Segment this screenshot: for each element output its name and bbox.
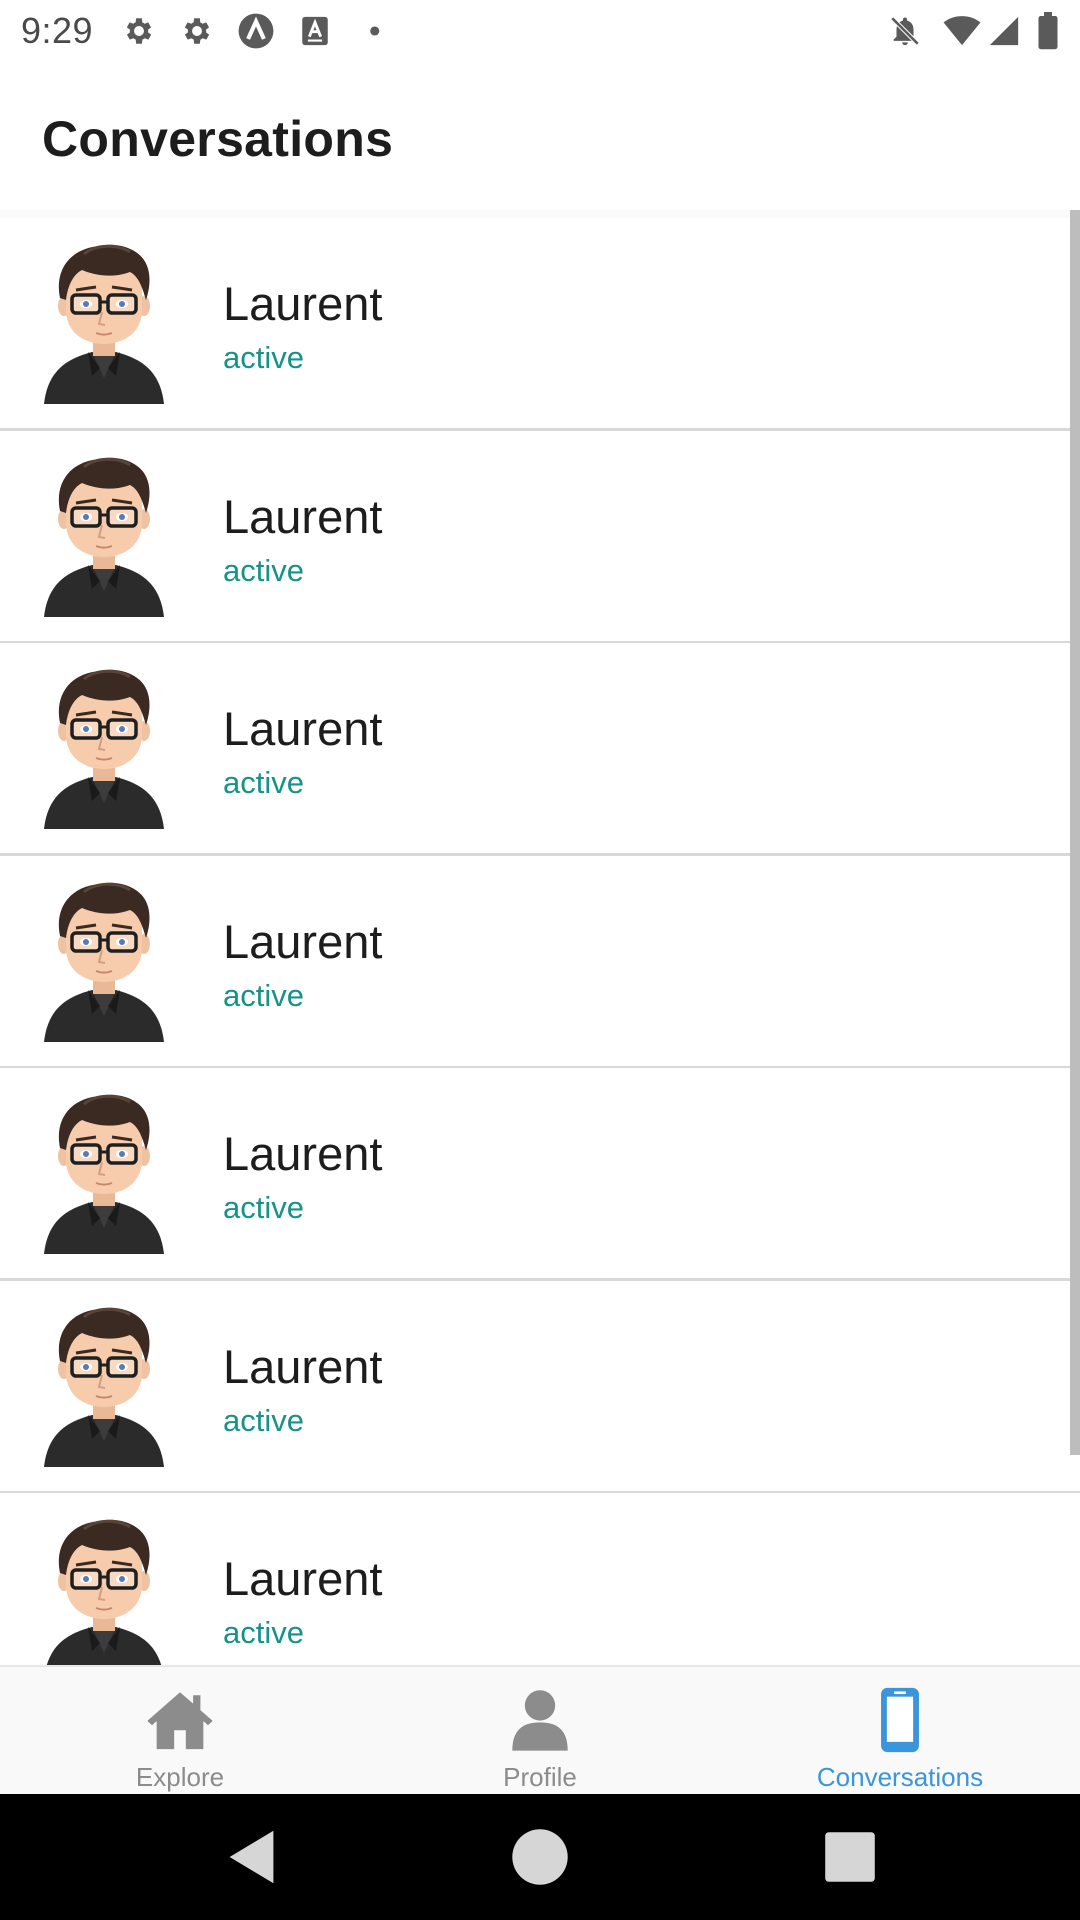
tab-bar: Explore Profile Conversations <box>0 1665 1080 1796</box>
text-a-icon <box>302 16 328 46</box>
conversation-row[interactable]: Laurent active <box>0 1493 1080 1665</box>
conversation-status: active <box>223 1190 304 1225</box>
notifications-off-icon <box>890 16 920 46</box>
conversation-name: Laurent <box>223 702 383 755</box>
conversation-name: Laurent <box>223 1339 383 1393</box>
conversation-name: Laurent <box>223 1552 383 1605</box>
avatar <box>44 457 164 617</box>
conversation-status: active <box>223 765 304 800</box>
conversation-status: active <box>223 340 304 375</box>
recents-icon[interactable] <box>815 1822 885 1892</box>
phone-icon <box>881 1687 919 1753</box>
conversation-name: Laurent <box>223 1127 383 1180</box>
conversation-row[interactable]: Laurent active <box>0 430 1080 644</box>
wifi-icon <box>943 16 981 46</box>
tab-label: Profile <box>503 1762 577 1792</box>
back-icon[interactable] <box>218 1822 288 1892</box>
conversation-status: active <box>223 1402 304 1438</box>
conversation-name: Laurent <box>223 489 383 543</box>
conversation-row[interactable]: Laurent active <box>0 855 1080 1069</box>
app-a-icon <box>238 13 274 49</box>
conversation-row[interactable]: Laurent active <box>0 643 1080 856</box>
avatar <box>44 1094 164 1254</box>
battery-icon <box>1038 12 1058 50</box>
gear-icon <box>126 18 152 44</box>
conversation-row[interactable]: Laurent active <box>0 1068 1080 1281</box>
conversation-status: active <box>223 552 304 588</box>
conversation-row[interactable]: Laurent active <box>0 1280 1080 1494</box>
tab-profile[interactable]: Profile <box>360 1667 720 1796</box>
status-bar: 9:29 <box>0 0 1080 62</box>
gear-icon <box>184 18 210 44</box>
page-title: Conversations <box>42 111 394 167</box>
app-header: Conversations <box>0 62 1080 210</box>
dot-icon <box>370 26 380 36</box>
tab-conversations[interactable]: Conversations <box>720 1667 1080 1796</box>
avatar <box>44 882 164 1042</box>
conversation-status: active <box>223 977 304 1013</box>
tab-explore[interactable]: Explore <box>0 1667 360 1796</box>
system-nav-bar <box>0 1794 1080 1920</box>
conversation-row[interactable]: Laurent active <box>0 218 1080 431</box>
conversation-status: active <box>223 1615 304 1650</box>
avatar <box>46 1519 162 1665</box>
conversation-name: Laurent <box>223 914 383 968</box>
tab-label: Conversations <box>816 1762 984 1792</box>
tab-label: Explore <box>135 1762 225 1792</box>
home-icon <box>147 1692 213 1750</box>
avatar <box>44 1307 164 1467</box>
conversation-list[interactable]: Laurent active Laurent active Laurent ac… <box>0 210 1080 1665</box>
avatar <box>44 244 164 404</box>
scrollbar[interactable] <box>1070 210 1080 1455</box>
home-circle-icon[interactable] <box>505 1822 575 1892</box>
signal-icon <box>989 16 1019 46</box>
status-time: 9:29 <box>21 10 94 51</box>
person-icon <box>512 1690 568 1751</box>
conversation-name: Laurent <box>223 277 383 330</box>
avatar <box>44 669 164 829</box>
